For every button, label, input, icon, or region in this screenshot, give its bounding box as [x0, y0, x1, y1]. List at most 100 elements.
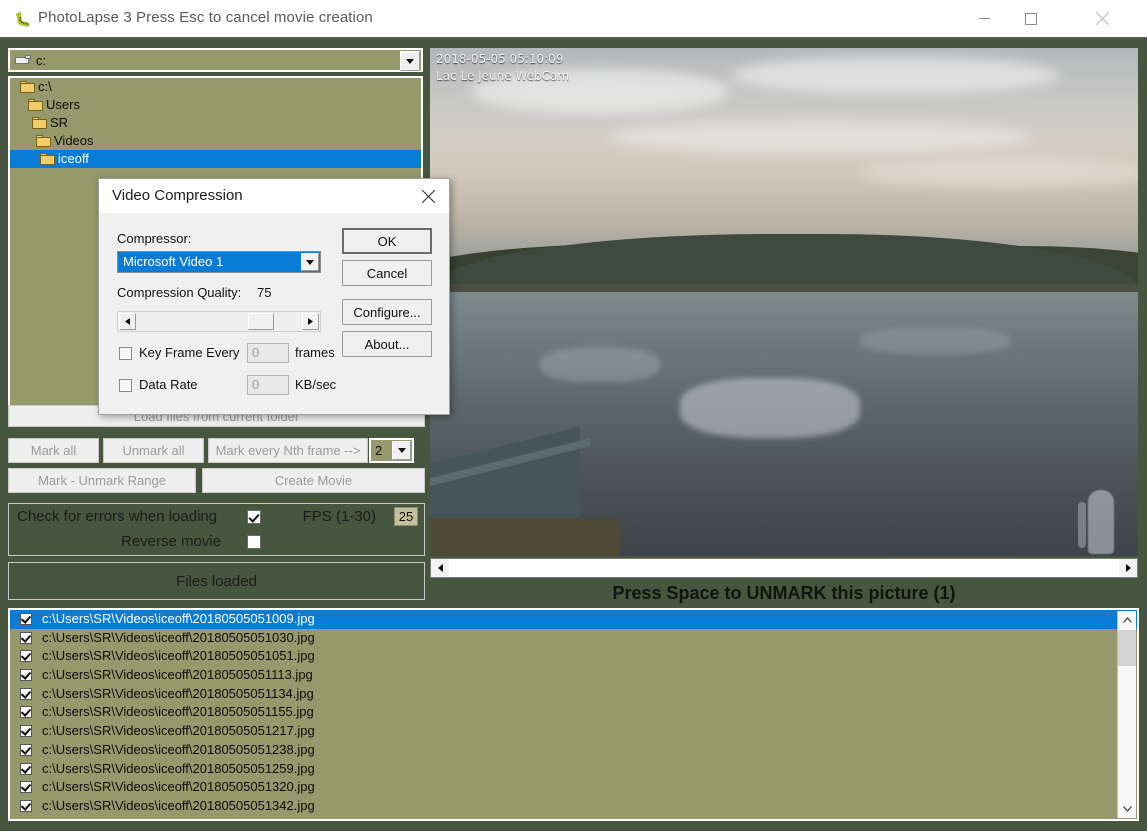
- maximize-button[interactable]: [1008, 0, 1054, 37]
- slider-thumb[interactable]: [248, 313, 274, 330]
- file-checkbox[interactable]: [20, 706, 32, 718]
- list-item[interactable]: c:\Users\SR\Videos\iceoff\20180505051155…: [10, 703, 1137, 722]
- about-button[interactable]: About...: [342, 331, 432, 357]
- file-checkbox[interactable]: [20, 781, 32, 793]
- list-item[interactable]: c:\Users\SR\Videos\iceoff\20180505051238…: [10, 741, 1137, 760]
- mark-nth-frame-button[interactable]: Mark every Nth frame -->: [208, 438, 368, 463]
- file-path: c:\Users\SR\Videos\iceoff\20180505051217…: [42, 723, 315, 738]
- minimize-button[interactable]: [961, 0, 1007, 37]
- file-checkbox[interactable]: [20, 800, 32, 812]
- file-checkbox[interactable]: [20, 650, 32, 662]
- compressor-select[interactable]: Microsoft Video 1: [117, 251, 321, 273]
- chevron-down-icon[interactable]: [392, 441, 411, 460]
- folder-icon: [32, 117, 47, 129]
- create-movie-button[interactable]: Create Movie: [202, 468, 425, 493]
- tree-item[interactable]: c:\: [10, 78, 421, 96]
- chevron-down-icon[interactable]: [400, 51, 420, 71]
- dialog-close-button[interactable]: [417, 185, 439, 207]
- quality-label: Compression Quality:: [117, 285, 241, 300]
- tree-item-iceoff[interactable]: iceoff: [10, 150, 421, 168]
- list-item[interactable]: c:\Users\SR\Videos\iceoff\20180505051320…: [10, 778, 1137, 797]
- list-item[interactable]: c:\Users\SR\Videos\iceoff\20180505051259…: [10, 760, 1137, 779]
- data-rate-label: Data Rate: [139, 377, 198, 392]
- slider-left-icon[interactable]: [119, 313, 136, 330]
- ice-patch: [860, 328, 1010, 354]
- quality-value: 75: [257, 285, 271, 300]
- scrollbar-thumb[interactable]: [1118, 630, 1136, 666]
- file-list[interactable]: c:\Users\SR\Videos\iceoff\20180505051009…: [8, 608, 1139, 821]
- cloud: [730, 56, 1060, 94]
- file-path: c:\Users\SR\Videos\iceoff\20180505051051…: [42, 648, 315, 663]
- slider-right-icon[interactable]: [302, 313, 319, 330]
- key-frame-checkbox[interactable]: [119, 347, 132, 360]
- file-checkbox[interactable]: [20, 669, 32, 681]
- options-panel: Check for errors when loading FPS (1-30)…: [8, 503, 425, 556]
- file-path: c:\Users\SR\Videos\iceoff\20180505051238…: [42, 742, 315, 757]
- close-icon: [1096, 12, 1109, 25]
- fps-input[interactable]: 25: [394, 507, 418, 526]
- mark-unmark-range-button[interactable]: Mark - Unmark Range: [8, 468, 196, 493]
- tree-item[interactable]: SR: [10, 114, 421, 132]
- image-preview[interactable]: 2018-05-05 05:10:09 Lac Le Jeune WebCam: [430, 48, 1138, 556]
- file-list-scrollbar[interactable]: [1117, 611, 1136, 818]
- tree-item[interactable]: Videos: [10, 132, 421, 150]
- scroll-right-icon[interactable]: [1119, 559, 1137, 577]
- preview-hscrollbar[interactable]: [430, 558, 1138, 578]
- quality-slider[interactable]: [117, 311, 321, 332]
- chevron-down-icon[interactable]: [301, 253, 319, 271]
- scroll-left-icon[interactable]: [431, 559, 449, 577]
- list-item[interactable]: c:\Users\SR\Videos\iceoff\20180505051030…: [10, 629, 1137, 648]
- file-checkbox[interactable]: [20, 744, 32, 756]
- photolapse-window: 🐛 PhotoLapse 3 Press Esc to cancel movie…: [0, 0, 1147, 831]
- scroll-down-icon[interactable]: [1118, 800, 1136, 818]
- list-item[interactable]: c:\Users\SR\Videos\iceoff\20180505051051…: [10, 647, 1137, 666]
- action-button-row: Mark - Unmark Range Create Movie: [8, 468, 425, 493]
- nth-frame-select[interactable]: 2: [369, 438, 414, 463]
- preview-status-text: Press Space to UNMARK this picture (1): [430, 580, 1138, 606]
- foreground-grass: [430, 518, 620, 556]
- dialog-title-bar: Video Compression: [99, 179, 449, 213]
- drive-select[interactable]: c:: [8, 48, 423, 72]
- file-path: c:\Users\SR\Videos\iceoff\20180505051134…: [42, 686, 314, 701]
- drive-select-value: c:: [36, 53, 46, 68]
- mark-all-button[interactable]: Mark all: [8, 438, 99, 463]
- close-button[interactable]: [1079, 0, 1125, 37]
- files-loaded-status: Files loaded: [8, 562, 425, 600]
- file-checkbox[interactable]: [20, 632, 32, 644]
- ice-patch: [540, 348, 660, 382]
- check-errors-checkbox[interactable]: [247, 510, 261, 524]
- overlay-timestamp: 2018-05-05 05:10:09: [436, 52, 563, 66]
- file-path: c:\Users\SR\Videos\iceoff\20180505051155…: [42, 704, 314, 719]
- fps-label: FPS (1-30): [303, 508, 376, 525]
- key-frame-units: frames: [295, 345, 335, 360]
- list-item[interactable]: c:\Users\SR\Videos\iceoff\20180505051134…: [10, 685, 1137, 704]
- dialog-body: Compressor: Microsoft Video 1 Compressio…: [99, 213, 449, 414]
- file-checkbox[interactable]: [20, 613, 32, 625]
- list-item[interactable]: c:\Users\SR\Videos\iceoff\20180505051217…: [10, 722, 1137, 741]
- reverse-movie-label: Reverse movie: [121, 533, 221, 550]
- video-compression-dialog: Video Compression Compressor: Microsoft …: [98, 178, 450, 415]
- file-checkbox[interactable]: [20, 725, 32, 737]
- overlay-caption: Lac Le Jeune WebCam: [436, 69, 569, 83]
- post-small: [1078, 502, 1086, 548]
- scroll-up-icon[interactable]: [1118, 611, 1136, 629]
- file-path: c:\Users\SR\Videos\iceoff\20180505051009…: [42, 611, 315, 626]
- file-checkbox[interactable]: [20, 763, 32, 775]
- cloud: [610, 120, 1030, 154]
- data-rate-input[interactable]: 0: [247, 375, 289, 395]
- reverse-movie-checkbox[interactable]: [247, 535, 261, 549]
- file-checkbox[interactable]: [20, 688, 32, 700]
- key-frame-input[interactable]: 0: [247, 343, 289, 363]
- unmark-all-button[interactable]: Unmark all: [103, 438, 204, 463]
- ok-button[interactable]: OK: [342, 228, 432, 254]
- data-rate-checkbox[interactable]: [119, 379, 132, 392]
- tree-item-label: iceoff: [58, 151, 89, 166]
- configure-button[interactable]: Configure...: [342, 299, 432, 325]
- tree-item[interactable]: Users: [10, 96, 421, 114]
- maximize-icon: [1025, 13, 1037, 25]
- list-item[interactable]: c:\Users\SR\Videos\iceoff\20180505051113…: [10, 666, 1137, 685]
- cancel-button[interactable]: Cancel: [342, 260, 432, 286]
- file-path: c:\Users\SR\Videos\iceoff\20180505051342…: [42, 798, 315, 813]
- list-item[interactable]: c:\Users\SR\Videos\iceoff\20180505051342…: [10, 797, 1137, 816]
- list-item[interactable]: c:\Users\SR\Videos\iceoff\20180505051009…: [10, 610, 1137, 629]
